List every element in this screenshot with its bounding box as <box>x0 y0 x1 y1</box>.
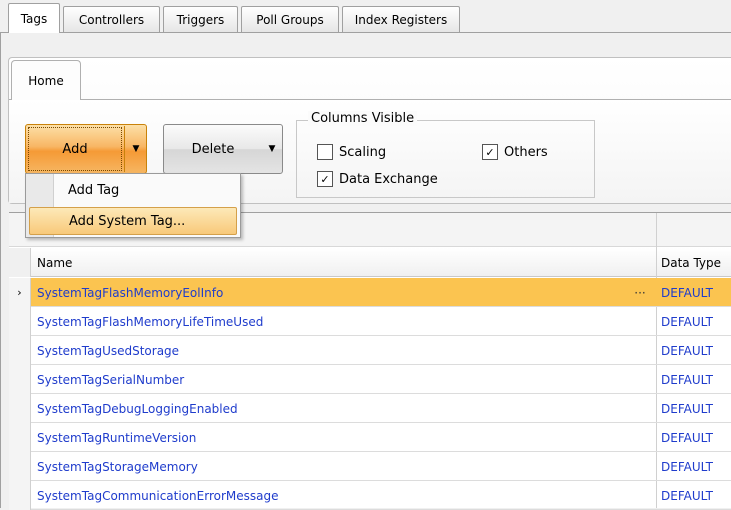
tab-index-registers[interactable]: Index Registers <box>342 6 460 32</box>
scaling-label: Scaling <box>339 144 387 160</box>
data-type-cell[interactable]: DEFAULT <box>657 481 713 510</box>
add-button-label[interactable]: Add <box>25 124 125 174</box>
row-indicator-cell[interactable] <box>9 423 31 452</box>
tag-name-cell[interactable]: SystemTagStorageMemory <box>33 452 198 481</box>
tab-controllers[interactable]: Controllers <box>63 6 160 32</box>
data-type-cell[interactable]: DEFAULT <box>657 452 713 481</box>
tab-poll-groups[interactable]: Poll Groups <box>241 6 339 32</box>
tag-name-cell[interactable]: SystemTagRuntimeVersion <box>33 423 196 452</box>
others-label: Others <box>504 144 548 160</box>
data-exchange-checkbox[interactable]: ✓ <box>317 171 333 187</box>
scaling-checkbox-row[interactable]: Scaling <box>317 144 386 160</box>
data-exchange-checkbox-row[interactable]: ✓ Data Exchange <box>317 171 438 187</box>
row-indicator-cell[interactable] <box>9 394 31 423</box>
current-row-arrow-icon[interactable]: › <box>9 278 31 307</box>
menu-item-add-system-tag[interactable]: Add System Tag... <box>29 207 237 235</box>
menu-item-add-tag[interactable]: Add Tag <box>26 176 240 204</box>
ellipsis-button[interactable]: ··· <box>627 278 653 307</box>
delete-dropdown-arrow-icon[interactable]: ▼ <box>263 124 281 174</box>
header-indicator-cell <box>9 248 31 277</box>
row-indicator-cell[interactable] <box>9 307 31 336</box>
tag-name-cell[interactable]: SystemTagDebugLoggingEnabled <box>33 394 238 423</box>
scaling-checkbox[interactable] <box>317 144 333 160</box>
add-button-separator <box>124 126 125 172</box>
tab-tags[interactable]: Tags <box>8 3 60 33</box>
others-checkbox-row[interactable]: ✓ Others <box>482 144 548 160</box>
data-type-cell[interactable]: DEFAULT <box>657 278 713 307</box>
row-indicator-cell[interactable] <box>9 481 31 510</box>
columns-visible-label: Columns Visible <box>308 111 418 126</box>
add-dropdown-arrow-icon[interactable]: ▼ <box>126 124 146 174</box>
delete-button-label[interactable]: Delete <box>163 124 263 174</box>
row-indicator-cell[interactable] <box>9 365 31 394</box>
others-checkbox[interactable]: ✓ <box>482 144 498 160</box>
data-type-cell[interactable]: DEFAULT <box>657 307 713 336</box>
column-header-name[interactable]: Name <box>37 248 237 277</box>
row-indicator-cell[interactable] <box>9 336 31 365</box>
column-header-data-type[interactable]: Data Type <box>661 248 731 277</box>
data-type-cell[interactable]: DEFAULT <box>657 336 713 365</box>
data-exchange-label: Data Exchange <box>339 171 438 187</box>
data-type-cell[interactable]: DEFAULT <box>657 394 713 423</box>
tag-name-cell[interactable]: SystemTagFlashMemoryLifeTimeUsed <box>33 307 263 336</box>
tag-name-cell[interactable]: SystemTagUsedStorage <box>33 336 179 365</box>
tab-triggers[interactable]: Triggers <box>163 6 238 32</box>
tag-name-cell[interactable]: SystemTagFlashMemoryEolInfo <box>33 278 223 307</box>
tag-name-cell[interactable]: SystemTagCommunicationErrorMessage <box>33 481 279 510</box>
data-type-cell[interactable]: DEFAULT <box>657 365 713 394</box>
tag-name-cell[interactable]: SystemTagSerialNumber <box>33 365 184 394</box>
data-type-cell[interactable]: DEFAULT <box>657 423 713 452</box>
ribbon-tab-home[interactable]: Home <box>11 60 81 100</box>
row-indicator-cell[interactable] <box>9 452 31 481</box>
